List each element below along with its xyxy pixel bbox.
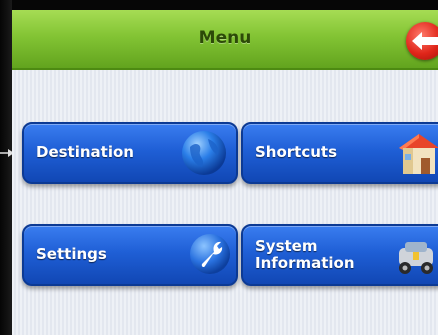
screen: Menu Destination Shortcuts Settings Syst… <box>12 10 438 335</box>
house-icon <box>399 134 438 174</box>
header-bar: Menu <box>12 10 438 70</box>
device-bezel-top <box>0 0 438 10</box>
device-bezel-left <box>0 0 12 335</box>
settings-button[interactable]: Settings <box>22 224 238 286</box>
system-information-button[interactable]: System Information <box>241 224 438 286</box>
shortcuts-label: Shortcuts <box>255 143 338 161</box>
wrench-icon <box>190 234 230 274</box>
system-information-label-line2: Information <box>255 254 355 272</box>
destination-button[interactable]: Destination <box>22 122 238 184</box>
globe-icon <box>182 131 226 175</box>
system-information-label-line1: System <box>255 237 318 255</box>
vehicle-icon <box>399 242 433 274</box>
system-information-label: System Information <box>255 238 355 272</box>
settings-label: Settings <box>36 245 107 263</box>
destination-label: Destination <box>36 143 134 161</box>
shortcuts-button[interactable]: Shortcuts <box>241 122 438 184</box>
back-button[interactable] <box>406 22 438 60</box>
page-title: Menu <box>198 28 252 48</box>
back-arrow-icon <box>412 32 438 50</box>
